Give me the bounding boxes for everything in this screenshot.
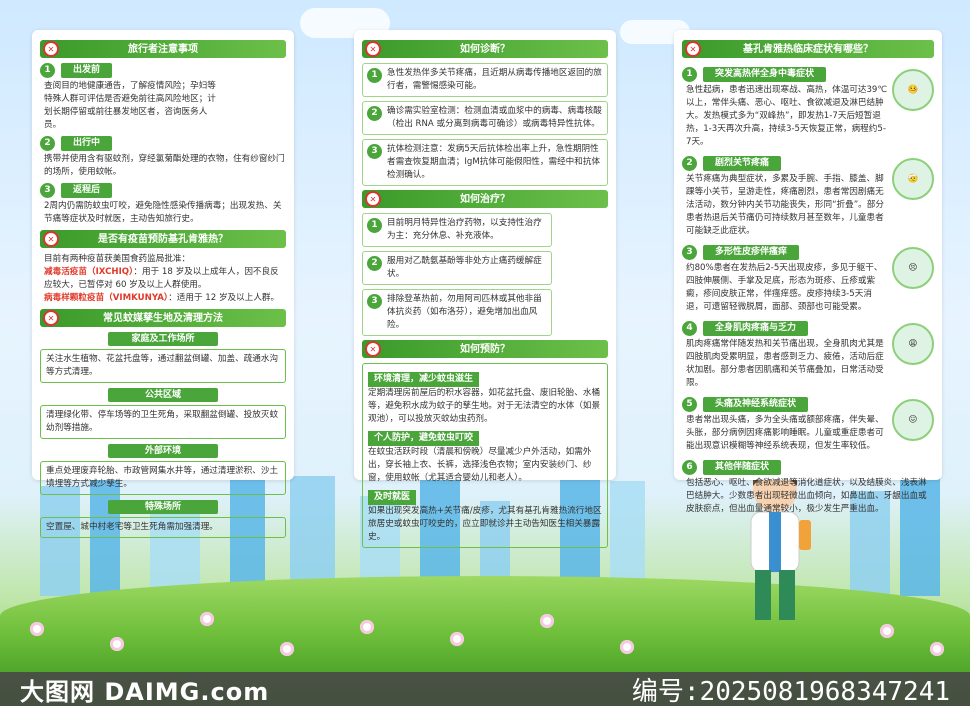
step-number: 2: [40, 136, 55, 151]
place-text: 清理绿化带、停车场等的卫生死角，采取翻盆倒罐、投放灭蚊幼剂等措施。: [40, 405, 286, 439]
fatigue-icon: 😩: [892, 323, 934, 365]
spray-can-icon: [799, 520, 811, 550]
building: [40, 486, 80, 596]
flower: [880, 624, 894, 638]
flower: [30, 622, 44, 636]
vaccine-info: 目前有两种疫苗获美国食药监局批准： 减毒活疫苗（IXCHIQ）：用于 18 岁及…: [44, 254, 280, 303]
watermark-bar: 大图网 DAIMG.com 编号:2025081968347241: [0, 672, 970, 706]
place-label: 公共区域: [108, 388, 218, 402]
flower: [110, 637, 124, 651]
place-label: 特殊场所: [108, 500, 218, 514]
no-mosquito-icon: ✕: [365, 191, 381, 207]
treatment-item: 2 服用对乙酰氨基酚等非处方止痛药缓解症状。: [362, 251, 552, 285]
section-title: ✕ 如何治疗？: [362, 190, 608, 208]
step-number: 1: [40, 63, 55, 78]
flower: [540, 614, 554, 628]
flower: [930, 642, 944, 656]
diagnosis-item: 1 急性发热伴多关节疼痛，且近期从病毒传播地区返回的旅行者，需警惕感染可能。: [362, 63, 608, 97]
step-text: 携带并使用含有驱蚊剂，穿经氯菊酯处理的衣物，住有纱窗纱门的场所，使用蚊帐。: [44, 154, 285, 177]
fever-patient-icon: 🤒: [892, 69, 934, 111]
panel-right: ✕ 基孔肯雅热临床症状有哪些？ 1 突发高热伴全身中毒症状 急性起病，患者迅速出现寒…: [674, 30, 942, 514]
place-label: 外部环境: [108, 444, 218, 458]
place-text: 重点处理废弃轮胎、市政管网集水井等，通过清理淤积、沙土填埋等方式减少孳生。: [40, 461, 286, 495]
section-title: ✕ 旅行者注意事项: [40, 40, 286, 58]
step-text: 2周内仍需防蚊虫叮咬，避免隐性感染传播病毒；出现发热、关节痛等症状及时就医，主动…: [44, 201, 282, 224]
treatment-item: 3 排除登革热前，勿用阿司匹林或其他非甾体抗炎药（如布洛芬），避免增加出血风险。: [362, 289, 552, 336]
treatment-item: 1 目前明月特异性治疗药物，以支持性治疗为主：充分休息、补充液体。: [362, 213, 552, 247]
step-label: 出发前: [61, 63, 113, 78]
section-title: ✕ 是否有疫苗预防基孔肯雅热？: [40, 230, 286, 248]
symptom-item: 1 突发高热伴全身中毒症状 急性起病，患者迅速出现寒战、高热，体温可达39℃以上，…: [682, 63, 934, 149]
step: 3 返程后: [40, 183, 286, 198]
headache-icon: 😖: [892, 399, 934, 441]
flower: [360, 620, 374, 634]
diagnosis-item: 2 确诊需实验室检测：检测血清或血浆中的病毒、病毒核酸（检出 RNA 或分离到病毒…: [362, 101, 608, 135]
section-title: ✕ 常见蚊媒孳生地及清理方法: [40, 309, 286, 327]
watermark-code: 编号:2025081968347241: [631, 676, 950, 706]
symptom-item: 2 剧烈关节疼痛 关节疼痛为典型症状，多累及手腕、手指、膝盖、脚踝等小关节，呈游走…: [682, 152, 934, 238]
watermark-brand: 大图网 DAIMG.com: [20, 677, 270, 706]
flower: [280, 642, 294, 656]
symptom-item: 4 全身肌肉疼痛与乏力 肌肉疼痛常伴随发热和关节痛出现，全身肌肉尤其是四肢肌肉受累…: [682, 317, 934, 390]
place-label: 家庭及工作场所: [108, 332, 218, 346]
flower: [620, 640, 634, 654]
panel-left: ✕ 旅行者注意事项 1 出发前 查阅目的地健康通告，了解疫情风险；孕妇等特殊人群可评…: [32, 30, 294, 538]
symptom-item: 5 头痛及神经系统症状 患者常出现头痛，多为全头痛或额部疼痛，伴失晕、头胀，部分病…: [682, 393, 934, 453]
flower: [200, 612, 214, 626]
place-text: 空置屋、城中村老宅等卫生死角需加强清理。: [40, 517, 286, 538]
no-mosquito-icon: ✕: [43, 231, 59, 247]
no-mosquito-icon: ✕: [365, 41, 381, 57]
section-title: ✕ 基孔肯雅热临床症状有哪些？: [682, 40, 934, 58]
step-number: 3: [40, 183, 55, 198]
panel-middle: ✕ 如何诊断？ 1 急性发热伴多关节疼痛，且近期从病毒传播地区返回的旅行者，需警惕感…: [354, 30, 616, 548]
step-text: 查阅目的地健康通告，了解疫情风险；孕妇等特殊人群可评估是否避免前往高风险地区；计…: [44, 81, 216, 130]
section-title: ✕ 如何诊断？: [362, 40, 608, 58]
joint-pain-icon: 🤕: [892, 158, 934, 200]
symptom-item: 6 其他伴随症状 包括恶心、呕吐、食欲减退等消化道症状，以及结膜炎、浅表淋巴结肿大…: [682, 456, 934, 516]
section-title: ✕ 如何预防？: [362, 340, 608, 358]
step-label: 出行中: [61, 136, 113, 151]
diagnosis-item: 3 抗体检测注意：发病5天后抗体检出率上升，急性期阴性者需查恢复期血清；IgM抗体…: [362, 139, 608, 186]
step: 2 出行中: [40, 136, 286, 151]
step-label: 返程后: [61, 183, 113, 198]
place-text: 关注水生植物、花盆托盘等，通过翻盆倒罐、加盖、疏通水沟等方式清理。: [40, 349, 286, 383]
no-mosquito-icon: ✕: [365, 341, 381, 357]
symptom-item: 3 多形性皮疹伴瘙痒 约80%患者在发热后2-5天出现皮疹，多见于躯干、四肢伸展侧…: [682, 241, 934, 314]
rash-itch-icon: 😣: [892, 247, 934, 289]
prevention-block: 环境清理，减少蚊虫滋生 定期清理房前屋后的积水容器，如花盆托盘、废旧轮胎、水桶等…: [362, 363, 608, 548]
no-mosquito-icon: ✕: [685, 41, 701, 57]
no-mosquito-icon: ✕: [43, 310, 59, 326]
step: 1 出发前: [40, 63, 286, 78]
no-mosquito-icon: ✕: [43, 41, 59, 57]
flower: [450, 632, 464, 646]
